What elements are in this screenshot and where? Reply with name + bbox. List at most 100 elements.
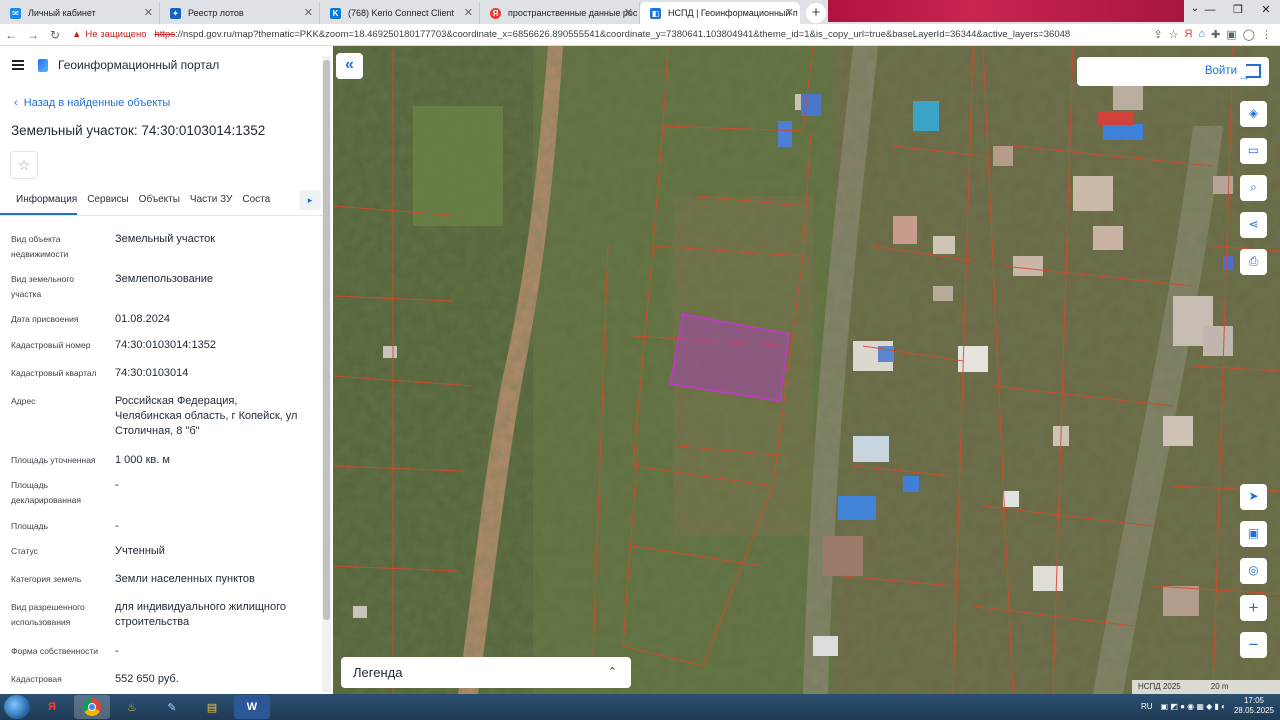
property-value[interactable]: 74:30:0103014:1352 xyxy=(104,338,304,353)
menu-icon[interactable]: ⋮ xyxy=(1261,28,1272,41)
map-view[interactable]: « Войти ◈ ▭ ⌕ ⋖ ⎙ ➤ ▣ ◎ + − Легенда ⌃ НС… xyxy=(333,46,1280,694)
search-area-icon[interactable]: ⌕ xyxy=(1240,175,1267,201)
maximize-icon[interactable]: ❐ xyxy=(1224,0,1252,22)
share-icon[interactable]: ⋖ xyxy=(1240,212,1267,238)
property-key: Дата присвоения xyxy=(11,314,79,324)
close-icon[interactable]: ✕ xyxy=(785,6,794,19)
address-bar[interactable]: ▲ Не защищено https ://nspd.gov.ru/map?t… xyxy=(66,25,1153,45)
zoom-out-button[interactable]: − xyxy=(1240,632,1267,658)
login-button[interactable]: Войти xyxy=(1077,57,1269,91)
paint-icon[interactable]: ✎ xyxy=(154,695,190,719)
clock-date: 28.05.2025 xyxy=(1233,706,1274,715)
browser-tab[interactable]: K (768) Kerio Connect Client ✕ xyxy=(320,2,480,24)
close-icon[interactable]: ✕ xyxy=(464,6,473,19)
property-value: 1 000 кв. м xyxy=(115,454,170,466)
close-icon[interactable]: ✕ xyxy=(144,6,153,19)
system-tray: RU ▣ ◩ ● ◉ ▦ ◆ ▮ ◐ 17:05 28.05.2025 xyxy=(1141,696,1274,716)
minimize-icon[interactable]: — xyxy=(1196,0,1224,22)
tab-title: Личный кабинет xyxy=(28,8,96,18)
tray-icons[interactable]: ▣ ◩ ● ◉ ▦ ◆ ▮ ◐ xyxy=(1161,702,1226,711)
back-icon[interactable]: ← xyxy=(0,28,22,42)
browser-extension-icons: ⇪ ☆ Я ⌂ ✚ ▣ ◯ ⋮ xyxy=(1153,28,1280,41)
property-row: Кадастровый квартал 74:30:0103014 xyxy=(0,366,322,381)
attribution-text: НСПД 2025 xyxy=(1138,682,1181,691)
property-value: Земли населенных пунктов xyxy=(115,573,255,585)
property-value[interactable]: 74:30:0103014 xyxy=(104,366,304,381)
language-indicator[interactable]: RU xyxy=(1141,702,1153,711)
legend-dropdown[interactable]: Легенда ⌃ xyxy=(341,657,631,688)
close-icon[interactable]: ✕ xyxy=(304,6,313,19)
property-value: Учтенный xyxy=(115,545,165,557)
forward-icon[interactable]: → xyxy=(22,28,44,42)
property-key: Площадь декларированная xyxy=(11,480,81,505)
nspd-icon: ◧ xyxy=(650,8,661,19)
app-icon[interactable]: ♨ xyxy=(114,695,150,719)
property-key: Кадастровый квартал xyxy=(11,368,97,378)
close-icon[interactable]: ✕ xyxy=(624,6,633,19)
sidepanel-icon[interactable]: ▣ xyxy=(1226,28,1236,41)
tab-composition[interactable]: Соста xyxy=(242,188,280,215)
minimap-icon[interactable]: ▣ xyxy=(1240,521,1267,547)
url-scheme: https xyxy=(154,29,176,40)
new-tab-button[interactable]: + xyxy=(806,3,826,23)
yandex-browser-icon[interactable]: Я xyxy=(34,695,70,719)
back-to-results-link[interactable]: ‹ Назад в найденные объекты xyxy=(14,97,170,109)
tab-title: НСПД | Геоинформационный п xyxy=(668,8,798,18)
property-row: Вид разрешенного использования для индив… xyxy=(0,600,322,630)
yandex-extension-icon[interactable]: Я xyxy=(1184,28,1192,41)
legend-label: Легенда xyxy=(353,665,403,680)
close-window-icon[interactable]: ✕ xyxy=(1252,0,1280,22)
property-value: 01.08.2024 xyxy=(115,313,171,325)
login-icon xyxy=(1238,62,1261,91)
explorer-folder-icon[interactable]: ▤ xyxy=(194,695,230,719)
property-key: Вид земельного участка xyxy=(11,274,75,299)
layers-icon[interactable]: ◈ xyxy=(1240,101,1267,127)
profile-icon[interactable]: ◯ xyxy=(1243,28,1255,41)
browser-tab[interactable]: ✉ Личный кабинет ✕ xyxy=(0,2,160,24)
scale-bar-label: 20 m xyxy=(1210,682,1229,691)
reload-icon[interactable]: ↻ xyxy=(44,28,66,42)
browser-tab-active[interactable]: ◧ НСПД | Геоинформационный п ✕ xyxy=(640,2,800,24)
panel-scrollbar[interactable] xyxy=(322,56,331,692)
object-tabs: Информация Сервисы Объекты Части ЗУ Сост… xyxy=(0,188,322,216)
hamburger-menu-icon[interactable] xyxy=(12,60,24,70)
property-key: Статус xyxy=(11,546,38,556)
tabs-scroll-right-icon[interactable]: ▸ xyxy=(299,190,321,210)
property-value: Российская Федерация, Челябинская област… xyxy=(115,395,298,437)
share-icon[interactable]: ⇪ xyxy=(1153,28,1162,41)
navigation-icon[interactable]: ➤ xyxy=(1240,484,1267,510)
tab-services[interactable]: Сервисы xyxy=(87,188,138,215)
satellite-imagery xyxy=(333,46,1280,694)
property-value: - xyxy=(115,520,119,532)
bookmark-star-icon[interactable]: ☆ xyxy=(1169,28,1179,41)
security-status[interactable]: Не защищено xyxy=(85,29,146,40)
browser-tab[interactable]: Я пространственные данные рос ✕ xyxy=(480,2,640,24)
clock[interactable]: 17:05 28.05.2025 xyxy=(1234,696,1274,716)
favorite-star-icon[interactable]: ☆ xyxy=(10,151,38,179)
chrome-icon[interactable] xyxy=(74,695,110,719)
puzzle-icon[interactable]: ✚ xyxy=(1211,28,1220,41)
zoom-in-button[interactable]: + xyxy=(1240,595,1267,621)
tab-objects[interactable]: Объекты xyxy=(139,188,190,215)
collapse-panel-button[interactable]: « xyxy=(336,53,363,79)
browser-tab[interactable]: ✦ Реестр лотов ✕ xyxy=(160,2,320,24)
gosuslugi-icon: ✉ xyxy=(10,8,21,19)
extension-icon[interactable]: ⌂ xyxy=(1198,28,1205,41)
print-icon[interactable]: ⎙ xyxy=(1240,249,1267,275)
panel-header: Геоинформационный портал xyxy=(12,58,219,72)
scrollbar-thumb[interactable] xyxy=(323,60,330,620)
login-label: Войти xyxy=(1204,65,1237,77)
windows-taskbar: Я ♨ ✎ ▤ W RU ▣ ◩ ● ◉ ▦ ◆ ▮ ◐ 17:05 28.05… xyxy=(0,694,1280,720)
property-key: Вид разрешенного использования xyxy=(11,602,85,627)
tab-information[interactable]: Информация xyxy=(0,188,78,215)
start-button-icon[interactable] xyxy=(4,695,30,719)
tab-title: (768) Kerio Connect Client xyxy=(348,8,455,18)
word-icon[interactable]: W xyxy=(234,695,270,719)
tab-title: пространственные данные рос xyxy=(508,8,638,18)
tab-parts[interactable]: Части ЗУ xyxy=(190,188,242,215)
property-key: Вид объекта недвижимости xyxy=(11,234,69,259)
property-row: Площадь уточненная 1 000 кв. м xyxy=(0,453,322,468)
geolocation-icon[interactable]: ◎ xyxy=(1240,558,1267,584)
ruler-icon[interactable]: ▭ xyxy=(1240,138,1267,164)
property-row: Площадь декларированная - xyxy=(0,478,322,508)
